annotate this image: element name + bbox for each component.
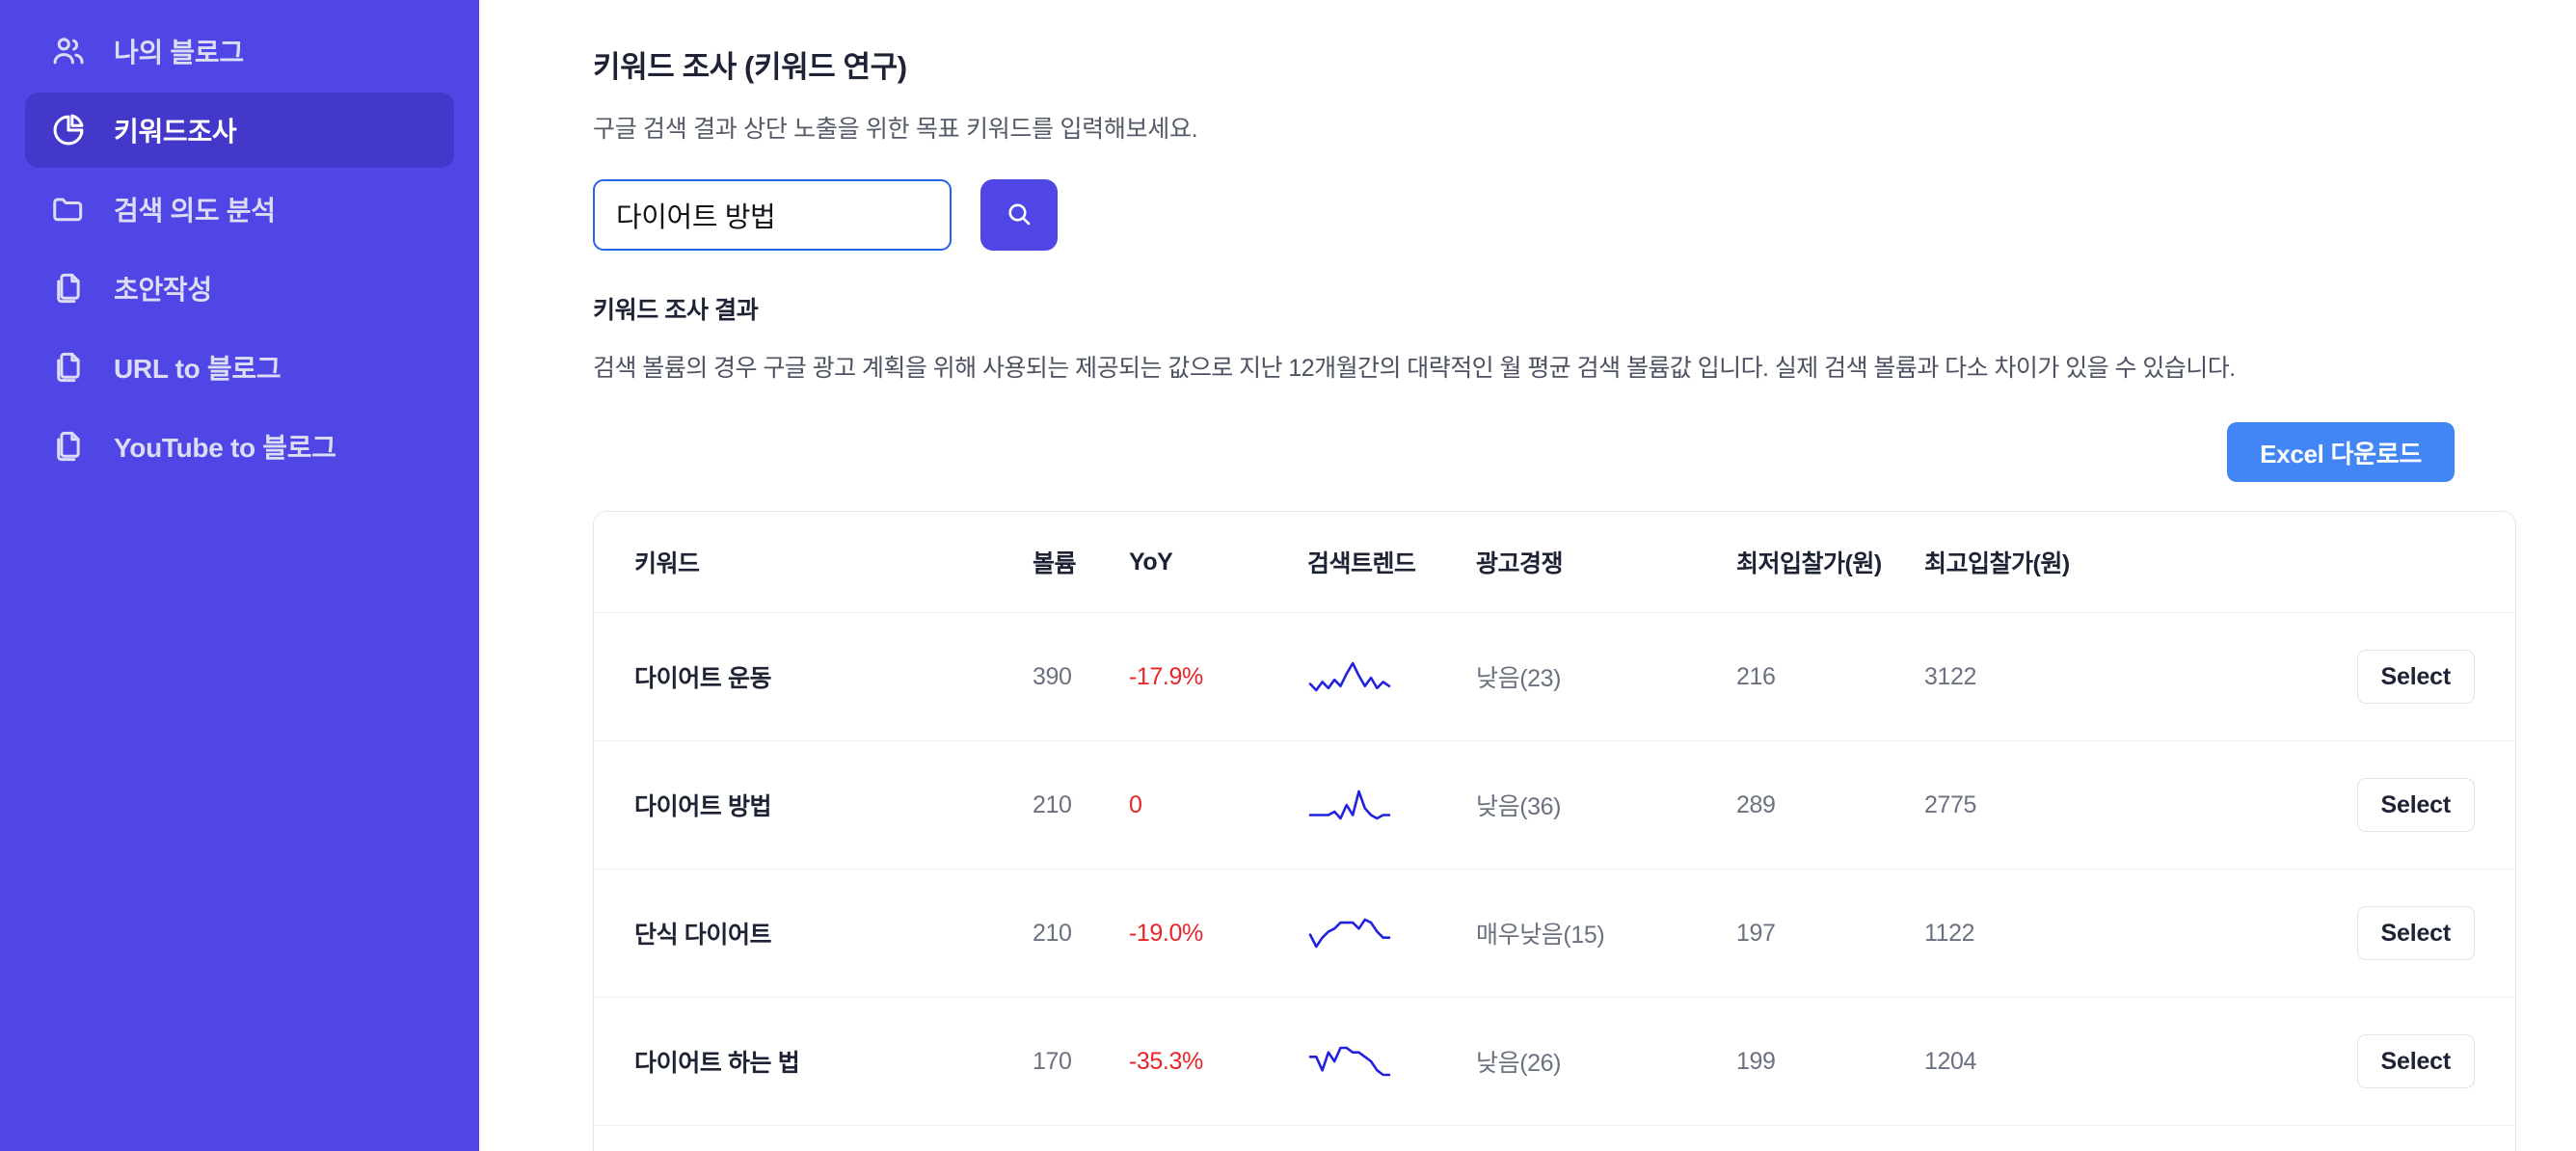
documents-icon xyxy=(50,349,87,386)
table-head: 키워드 볼륨 YoY 검색트렌드 광고경쟁 최저입찰가(원) 최고입찰가(원) xyxy=(594,512,2515,613)
select-button[interactable]: Select xyxy=(2356,1034,2475,1088)
cell-yoy: -35.3% xyxy=(1129,997,1307,1126)
documents-icon xyxy=(50,270,87,307)
pie-chart-icon xyxy=(50,112,87,148)
cell-competition: 낮음(26) xyxy=(1476,997,1736,1126)
cell-max-bid: 0 xyxy=(1924,1126,2175,1151)
excel-download-button[interactable]: Excel 다운로드 xyxy=(2227,422,2455,482)
cell-min-bid: 199 xyxy=(1736,997,1924,1126)
cell-yoy: -35.7% xyxy=(1129,1126,1307,1151)
folder-icon xyxy=(50,191,87,228)
app-root: 나의 블로그 키워드조사 검색 의도 분석 초안작성 URL to 블로그 Yo… xyxy=(0,0,2576,1151)
cell-action: Select xyxy=(2175,1126,2515,1151)
search-row xyxy=(593,179,2462,251)
table-body: 다이어트 운동 390 -17.9% 낮음(23) 216 3122 Select 다이어트 … xyxy=(594,612,2515,1151)
cell-competition: 낮음(36) xyxy=(1476,740,1736,870)
result-title: 키워드 조사 결과 xyxy=(593,297,759,324)
cell-min-bid: 197 xyxy=(1736,869,1924,998)
cell-volume: 210 xyxy=(1033,869,1129,998)
sidebar-item-label: 키워드조사 xyxy=(114,117,237,147)
table-row: 간헐적 단식 후기170-35.7%매우낮음(3)00Select xyxy=(594,1126,2515,1151)
select-button[interactable]: Select xyxy=(2356,906,2475,960)
sidebar-item-label: YouTube to 블로그 xyxy=(114,433,336,463)
table-row: 단식 다이어트 210 -19.0% 매우낮음(15) 197 1122 Select xyxy=(594,869,2515,998)
cell-max-bid: 3122 xyxy=(1924,612,2175,741)
cell-volume: 170 xyxy=(1033,1126,1129,1151)
sidebar-item-search-intent[interactable]: 검색 의도 분석 xyxy=(25,172,454,247)
select-button[interactable]: Select xyxy=(2356,650,2475,704)
column-header-action xyxy=(2175,512,2515,613)
sparkline-icon xyxy=(1307,789,1476,821)
cell-competition: 매우낮음(15) xyxy=(1476,869,1736,998)
cell-action: Select xyxy=(2175,869,2515,998)
sidebar-item-label: 검색 의도 분석 xyxy=(114,196,276,226)
cell-search-trend xyxy=(1307,612,1476,741)
search-icon xyxy=(1005,200,1033,231)
excel-download-row: Excel 다운로드 xyxy=(593,422,2462,482)
sidebar-item-draft[interactable]: 초안작성 xyxy=(25,251,454,326)
column-header-trend: 검색트렌드 xyxy=(1307,512,1476,613)
result-note: 검색 볼륨의 경우 구글 광고 계획을 위해 사용되는 제공되는 값으로 지난 … xyxy=(593,355,2236,382)
column-header-volume: 볼륨 xyxy=(1033,512,1129,613)
cell-volume: 170 xyxy=(1033,997,1129,1126)
cell-min-bid: 289 xyxy=(1736,740,1924,870)
cell-max-bid: 2775 xyxy=(1924,740,2175,870)
cell-action: Select xyxy=(2175,740,2515,870)
table-row: 다이어트 하는 법 170 -35.3% 낮음(26) 199 1204 Select xyxy=(594,997,2515,1126)
column-header-min-bid: 최저입찰가(원) xyxy=(1736,512,1924,613)
cell-search-trend xyxy=(1307,869,1476,998)
cell-action: Select xyxy=(2175,612,2515,741)
sparkline-icon xyxy=(1307,660,1476,693)
select-button[interactable]: Select xyxy=(2356,778,2475,832)
sidebar-item-label: 나의 블로그 xyxy=(114,38,244,67)
cell-yoy: 0 xyxy=(1129,740,1307,870)
cell-volume: 210 xyxy=(1033,740,1129,870)
keyword-results-table: 키워드 볼륨 YoY 검색트렌드 광고경쟁 최저입찰가(원) 최고입찰가(원) … xyxy=(594,512,2515,1151)
cell-keyword: 다이어트 운동 xyxy=(594,612,1033,741)
cell-max-bid: 1204 xyxy=(1924,997,2175,1126)
cell-keyword: 단식 다이어트 xyxy=(594,869,1033,998)
documents-icon xyxy=(50,428,87,465)
keyword-results-card: 키워드 볼륨 YoY 검색트렌드 광고경쟁 최저입찰가(원) 최고입찰가(원) … xyxy=(593,511,2516,1151)
cell-keyword: 다이어트 하는 법 xyxy=(594,997,1033,1126)
sidebar: 나의 블로그 키워드조사 검색 의도 분석 초안작성 URL to 블로그 Yo… xyxy=(0,0,479,1151)
main-content: 키워드 조사 (키워드 연구) 구글 검색 결과 상단 노출을 위한 목표 키워… xyxy=(479,0,2576,1151)
table-row: 다이어트 운동 390 -17.9% 낮음(23) 216 3122 Select xyxy=(594,612,2515,741)
cell-keyword: 다이어트 방법 xyxy=(594,740,1033,870)
cell-action: Select xyxy=(2175,997,2515,1126)
table-row: 다이어트 방법 210 0 낮음(36) 289 2775 Select xyxy=(594,740,2515,870)
cell-search-trend xyxy=(1307,740,1476,870)
sidebar-item-youtube-to-blog[interactable]: YouTube to 블로그 xyxy=(25,409,454,484)
cell-keyword: 간헐적 단식 후기 xyxy=(594,1126,1033,1151)
sidebar-item-keyword-research[interactable]: 키워드조사 xyxy=(25,93,454,168)
column-header-max-bid: 최고입찰가(원) xyxy=(1924,512,2175,613)
users-icon xyxy=(50,33,87,69)
sidebar-item-label: URL to 블로그 xyxy=(114,354,282,384)
sidebar-item-my-blog[interactable]: 나의 블로그 xyxy=(25,13,454,89)
table-header-row: 키워드 볼륨 YoY 검색트렌드 광고경쟁 최저입찰가(원) 최고입찰가(원) xyxy=(594,512,2515,613)
cell-search-trend xyxy=(1307,997,1476,1126)
cell-yoy: -17.9% xyxy=(1129,612,1307,741)
cell-volume: 390 xyxy=(1033,612,1129,741)
cell-yoy: -19.0% xyxy=(1129,869,1307,998)
column-header-competition: 광고경쟁 xyxy=(1476,512,1736,613)
cell-competition: 낮음(23) xyxy=(1476,612,1736,741)
search-button[interactable] xyxy=(980,179,1058,251)
cell-search-trend xyxy=(1307,1126,1476,1151)
sparkline-icon xyxy=(1307,1045,1476,1078)
cell-max-bid: 1122 xyxy=(1924,869,2175,998)
search-input[interactable] xyxy=(593,179,952,251)
cell-min-bid: 0 xyxy=(1736,1126,1924,1151)
page-subtitle: 구글 검색 결과 상단 노출을 위한 목표 키워드를 입력해보세요. xyxy=(593,116,1198,143)
sidebar-item-label: 초안작성 xyxy=(114,275,212,305)
column-header-yoy: YoY xyxy=(1129,512,1307,613)
page-title: 키워드 조사 (키워드 연구) xyxy=(593,50,907,84)
cell-min-bid: 216 xyxy=(1736,612,1924,741)
column-header-keyword: 키워드 xyxy=(594,512,1033,613)
cell-competition: 매우낮음(3) xyxy=(1476,1126,1736,1151)
sparkline-icon xyxy=(1307,917,1476,950)
sidebar-item-url-to-blog[interactable]: URL to 블로그 xyxy=(25,330,454,405)
